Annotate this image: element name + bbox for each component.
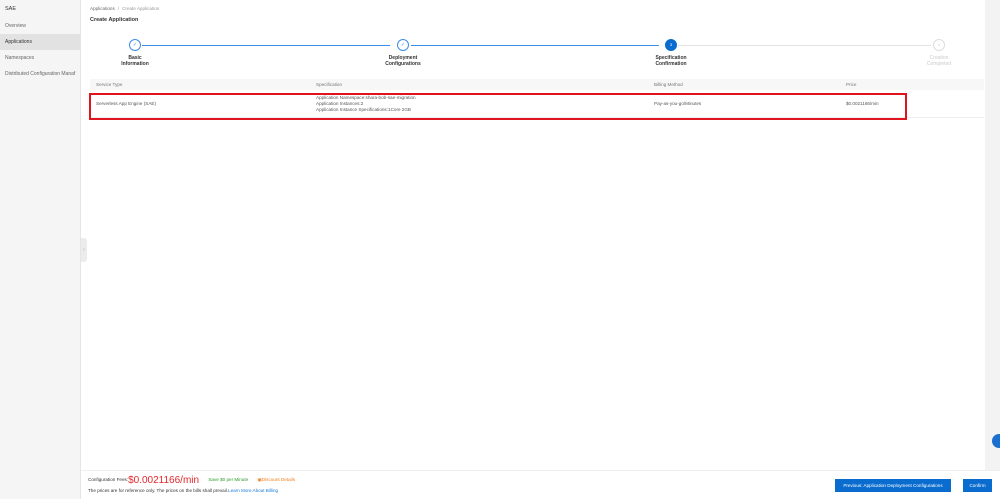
fee-label: Configuration Fees: [88, 477, 129, 482]
step-creation-completed: 4 Creation Completed [899, 39, 979, 67]
column-header: Specification [316, 82, 343, 87]
breadcrumb-current: Create Application [122, 6, 160, 11]
sidebar-item-distributed-configuration[interactable]: Distributed Configuration Manaf [0, 66, 80, 82]
note-text: The prices are for reference only. The p… [88, 488, 229, 493]
sidebar-item-namespaces[interactable]: Namespaces [0, 50, 80, 66]
previous-button[interactable]: Previous: Application Deployment Configu… [835, 479, 951, 492]
sidebar-item-applications[interactable]: Applications [0, 34, 80, 50]
step-label: Configurations [385, 61, 421, 67]
step-connector [142, 44, 390, 46]
column-header: Price [846, 82, 857, 87]
price-note: The prices are for reference only. The p… [88, 488, 278, 493]
sidebar-title: SAE [5, 6, 17, 12]
step-connector [678, 44, 931, 46]
page-title: Create Application [90, 17, 139, 23]
step-basic-information: ✓ Basic Information [95, 39, 175, 67]
breadcrumb-applications[interactable]: Applications [90, 6, 115, 11]
table-row: Serverless App Engine (SAE) Application … [90, 90, 984, 118]
check-icon: ✓ [397, 39, 409, 51]
specification-cell: Application Namespace:shara-bob-sae-migr… [316, 95, 416, 113]
discount-details-link[interactable]: ▣Discount Details [257, 477, 295, 482]
column-header: Service Type [96, 82, 123, 87]
step-number: 4 [933, 39, 945, 51]
price-cell: $0.0021166/min [846, 101, 879, 106]
discount-label: Discount Details [261, 477, 296, 482]
service-type-cell: Serverless App Engine (SAE) [96, 101, 157, 106]
help-icon[interactable] [992, 434, 1000, 448]
step-label: Completed [926, 61, 952, 67]
step-connector [411, 44, 659, 46]
savings-text: Save $0 per Minute [208, 477, 249, 482]
sidebar-item-overview[interactable]: Overview [0, 18, 80, 34]
right-panel-strip [985, 0, 1000, 470]
main-content: Applications / Create Application Create A… [81, 0, 985, 470]
breadcrumb: Applications / Create Application [90, 6, 159, 11]
breadcrumb-separator: / [117, 6, 120, 11]
billing-method-cell: Pay-as-you-go/Minutes [654, 101, 702, 106]
sidebar: SAE Overview Applications Namespaces Dis… [0, 0, 81, 499]
fee-amount: $0.0021166/min [128, 475, 200, 486]
learn-more-billing-link[interactable]: Learn More About Billing [228, 488, 278, 493]
column-header: Billing Method [654, 82, 683, 87]
step-label: Information [121, 61, 149, 67]
step-specification-confirmation: 3 Specification Confirmation [631, 39, 711, 67]
step-number: 3 [665, 39, 677, 51]
check-icon: ✓ [129, 39, 141, 51]
configuration-fees: Configuration Fees:$0.0021166/min Save $… [88, 475, 295, 486]
spec-instance-specification: Application Instance Specifications:1Cor… [316, 107, 411, 112]
step-label: Confirmation [655, 61, 687, 67]
step-deployment-configurations: ✓ Deployment Configurations [363, 39, 443, 67]
confirm-button[interactable]: Confirm [963, 479, 992, 492]
table-header: Service Type Specification Billing Metho… [90, 79, 984, 90]
